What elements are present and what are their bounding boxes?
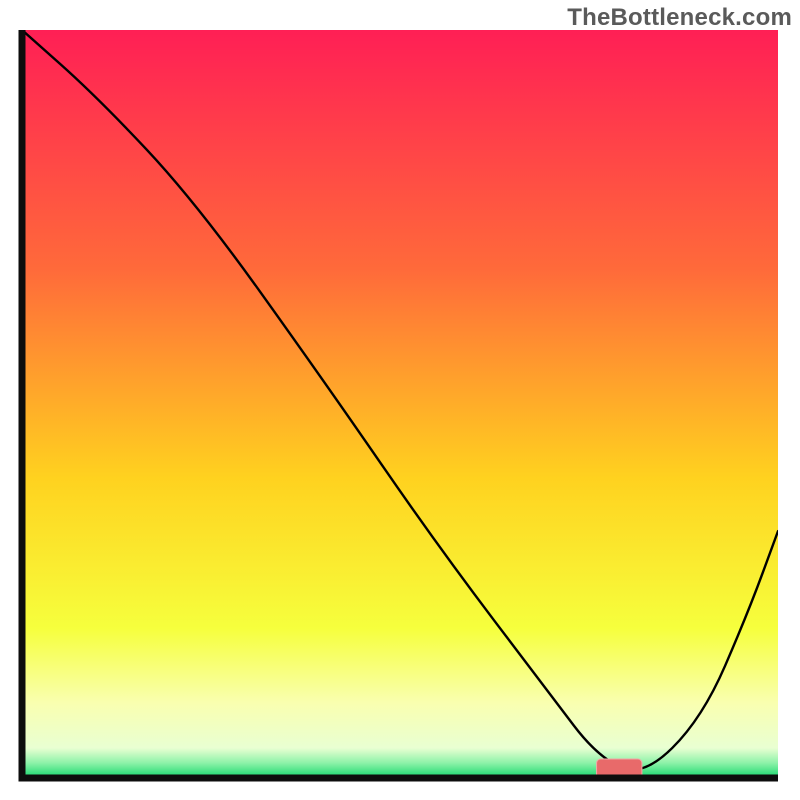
chart-svg (0, 0, 800, 800)
chart-frame: { "watermark": "TheBottleneck.com", "col… (0, 0, 800, 800)
chart-background-gradient (22, 30, 778, 778)
